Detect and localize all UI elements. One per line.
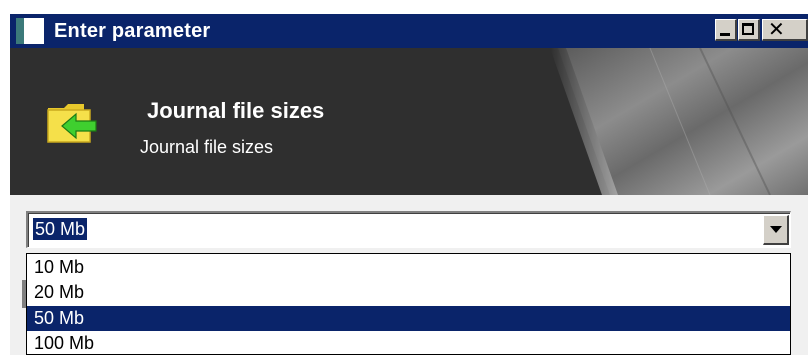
minimize-icon [720, 33, 730, 36]
minimize-button[interactable] [715, 19, 737, 41]
chevron-down-icon [770, 226, 782, 233]
file-size-combobox[interactable]: 50 Mb [26, 211, 791, 248]
close-button[interactable]: ✕ [762, 17, 808, 41]
close-icon: ✕ [768, 17, 785, 41]
dialog-window: Enter parameter ✕ Journal file sizes Jou… [10, 14, 808, 355]
window-title: Enter parameter [54, 20, 211, 42]
banner-title: Journal file sizes [147, 98, 325, 123]
list-item-100mb[interactable]: 100 Mb [27, 331, 790, 354]
list-item-50mb[interactable]: 50 Mb [27, 306, 790, 331]
combo-dropdown-list[interactable]: 10 Mb 20 Mb 50 Mb 100 Mb [26, 253, 791, 355]
folder-arrow-icon [46, 102, 100, 149]
list-item-20mb[interactable]: 20 Mb [27, 280, 790, 305]
banner-background [10, 48, 808, 195]
combo-selected-value[interactable]: 50 Mb [33, 218, 88, 240]
banner-subtitle: Journal file sizes [140, 137, 274, 157]
list-item-10mb[interactable]: 10 Mb [27, 255, 790, 280]
maximize-button[interactable] [738, 19, 760, 41]
combo-dropdown-button[interactable] [763, 215, 789, 245]
app-icon [16, 18, 44, 44]
title-bar[interactable]: Enter parameter ✕ [10, 14, 808, 48]
maximize-icon [742, 23, 754, 35]
header-banner: Journal file sizes Journal file sizes [10, 48, 808, 195]
